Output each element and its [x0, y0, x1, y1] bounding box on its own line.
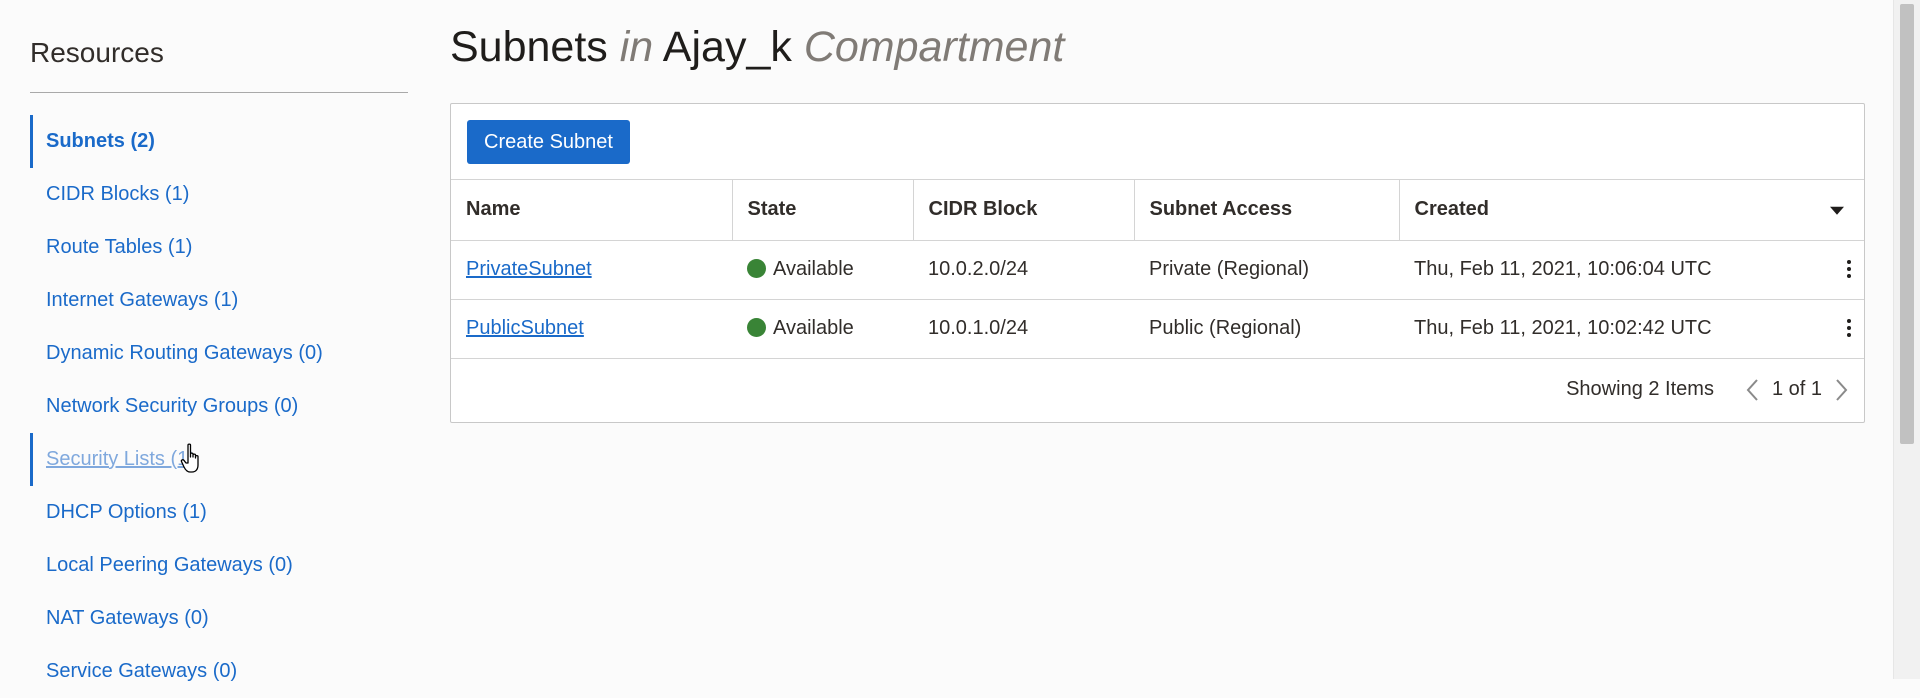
sidebar-item-internet-gateways[interactable]: Internet Gateways (1)	[30, 274, 408, 327]
pagination: Showing 2 Items 1 of 1	[451, 359, 1864, 421]
page-title-in: in	[619, 23, 654, 71]
sidebar-item-label: CIDR Blocks (1)	[46, 183, 190, 205]
sidebar-item-label: Route Tables (1)	[46, 236, 193, 258]
sidebar-item-dynamic-routing-gateways[interactable]: Dynamic Routing Gateways (0)	[30, 327, 408, 380]
sidebar-item-label: Local Peering Gateways (0)	[46, 554, 293, 576]
compartment-name: Ajay_k	[662, 23, 792, 71]
subnets-table: Name State CIDR Block Subnet Access Crea…	[451, 180, 1864, 359]
kebab-menu-icon[interactable]	[1844, 258, 1854, 282]
sidebar-nav: Subnets (2) CIDR Blocks (1) Route Tables…	[30, 115, 408, 698]
sidebar-item-label: NAT Gateways (0)	[46, 607, 209, 629]
scrollbar-thumb[interactable]	[1900, 4, 1914, 444]
state-label: Available	[773, 317, 854, 339]
created-cell: Thu, Feb 11, 2021, 10:02:42 UTC	[1399, 299, 1864, 358]
access-cell: Private (Regional)	[1149, 258, 1310, 280]
sidebar-item-nat-gateways[interactable]: NAT Gateways (0)	[30, 592, 408, 645]
created-label: Thu, Feb 11, 2021, 10:02:42 UTC	[1414, 317, 1712, 339]
page-title-resource: Subnets	[450, 23, 608, 71]
sidebar-item-security-lists[interactable]: Security Lists (1)	[30, 433, 408, 486]
table-row: PublicSubnet Available 10.0.1.0/24 Publi…	[451, 299, 1864, 358]
sidebar-item-label: DHCP Options (1)	[46, 501, 207, 523]
column-header-cidr-block[interactable]: CIDR Block	[912, 180, 1134, 240]
chevron-left-icon[interactable]	[1742, 375, 1764, 405]
sidebar-item-label: Dynamic Routing Gateways (0)	[46, 342, 323, 364]
sidebar-title: Resources	[30, 37, 164, 68]
sidebar-item-label: Service Gateways (0)	[46, 660, 238, 682]
sidebar-item-subnets[interactable]: Subnets (2)	[30, 115, 408, 168]
subnets-panel: Create Subnet Name State CIDR Block Subn…	[450, 103, 1865, 423]
kebab-menu-icon[interactable]	[1844, 317, 1854, 341]
sidebar-item-label: Security Lists (1)	[46, 448, 195, 470]
table-header-row: Name State CIDR Block Subnet Access Crea…	[451, 180, 1864, 240]
sidebar-item-dhcp-options[interactable]: DHCP Options (1)	[30, 486, 408, 539]
status-available-icon	[747, 318, 766, 337]
hand-cursor-icon	[180, 443, 199, 473]
sidebar-divider	[30, 92, 408, 93]
items-count: Showing 2 Items	[1566, 378, 1714, 400]
sidebar-item-network-security-groups[interactable]: Network Security Groups (0)	[30, 380, 408, 433]
sidebar-item-route-tables[interactable]: Route Tables (1)	[30, 221, 408, 274]
subnet-name-link[interactable]: PrivateSubnet	[466, 258, 592, 280]
page-title: Subnets in Ajay_k Compartment	[450, 0, 1865, 72]
chevron-right-icon[interactable]	[1830, 375, 1852, 405]
table-row: PrivateSubnet Available 10.0.2.0/24 Priv…	[451, 240, 1864, 299]
table-toolbar: Create Subnet	[451, 104, 1864, 180]
state-cell: Available	[732, 240, 913, 299]
created-cell: Thu, Feb 11, 2021, 10:06:04 UTC	[1399, 240, 1864, 299]
subnet-name-link[interactable]: PublicSubnet	[466, 317, 584, 339]
sidebar-item-service-gateways[interactable]: Service Gateways (0)	[30, 645, 408, 698]
cidr-cell: 10.0.1.0/24	[928, 317, 1029, 339]
column-header-subnet-access[interactable]: Subnet Access	[1133, 180, 1399, 240]
state-label: Available	[773, 258, 854, 280]
column-header-state[interactable]: State	[731, 180, 913, 240]
sidebar-item-label: Internet Gateways (1)	[46, 289, 239, 311]
chevron-down-icon[interactable]	[1830, 206, 1844, 215]
resources-sidebar: Resources Subnets (2) CIDR Blocks (1) Ro…	[30, 0, 408, 698]
cidr-cell: 10.0.2.0/24	[928, 258, 1029, 280]
sidebar-item-label: Subnets (2)	[46, 130, 155, 152]
column-header-created-label: Created	[1414, 198, 1489, 221]
sidebar-item-label: Network Security Groups (0)	[46, 395, 299, 417]
sidebar-item-local-peering-gateways[interactable]: Local Peering Gateways (0)	[30, 539, 408, 592]
status-available-icon	[747, 259, 766, 278]
page-indicator: 1 of 1	[1771, 378, 1822, 400]
column-header-name[interactable]: Name	[451, 180, 732, 240]
state-cell: Available	[732, 299, 913, 358]
create-subnet-button[interactable]: Create Subnet	[467, 120, 630, 164]
sidebar-item-cidr-blocks[interactable]: CIDR Blocks (1)	[30, 168, 408, 221]
vertical-scrollbar[interactable]	[1893, 0, 1920, 679]
main-content: Subnets in Ajay_k Compartment Create Sub…	[450, 0, 1865, 423]
page-title-compartment: Compartment	[803, 23, 1065, 71]
created-label: Thu, Feb 11, 2021, 10:06:04 UTC	[1414, 258, 1712, 280]
access-cell: Public (Regional)	[1149, 317, 1302, 339]
column-header-created[interactable]: Created	[1398, 180, 1864, 240]
